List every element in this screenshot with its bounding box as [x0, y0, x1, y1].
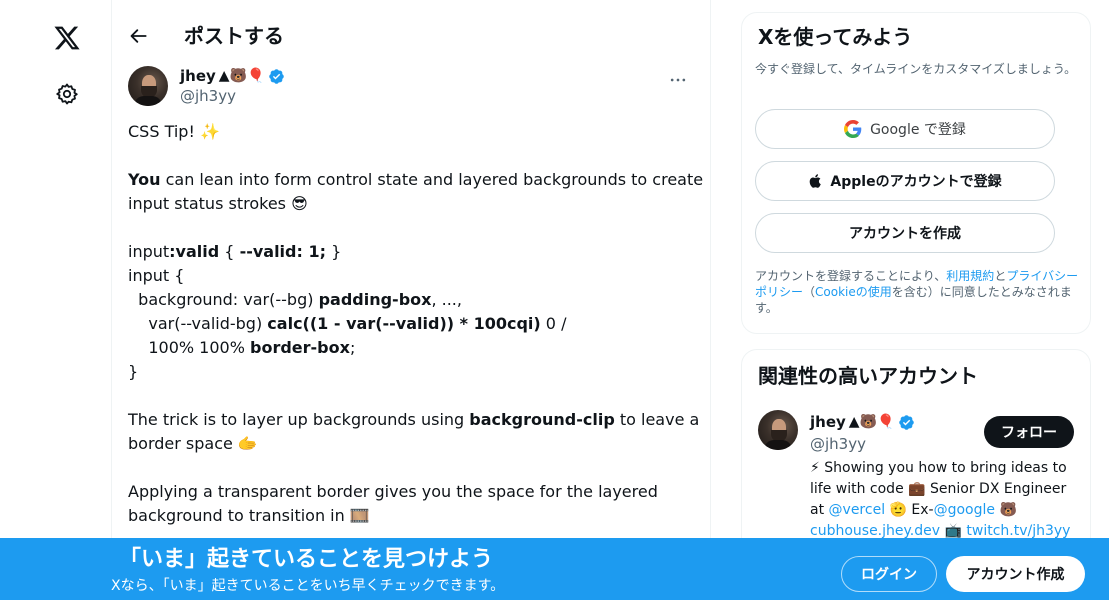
main-column: ポストする jhey ▲🐻🎈 @jh3yy CSS Tip! ✨ You can… [111, 0, 711, 600]
author-name[interactable]: jhey [180, 67, 216, 85]
create-account-button[interactable]: アカウントを作成 [755, 213, 1055, 253]
legal-prefix: アカウントを登録することにより、 [755, 269, 947, 283]
signup-banner: 「いま」起きていることを見つけよう Xなら、「いま」起きていることをいち早くチェ… [0, 538, 1109, 600]
author-handle[interactable]: @jh3yy [180, 86, 236, 106]
author-emoji: ▲🐻🎈 [218, 68, 265, 84]
google-icon [844, 120, 862, 138]
post-line: 100% 100% border-box; [128, 338, 356, 357]
login-button[interactable]: ログイン [841, 556, 937, 592]
bio-text: 📺 [940, 523, 967, 539]
create-account-label: アカウントを作成 [849, 226, 961, 242]
post-line: input:valid { --valid: 1; } [128, 242, 342, 261]
post-line: You can lean into form control state and… [128, 170, 704, 189]
cubhouse-link[interactable]: cubhouse.jhey.dev [810, 523, 940, 539]
banner-title: 「いま」起きていることを見つけよう [119, 547, 494, 572]
banner-subtitle: Xなら、「いま」起きていることをいち早くチェックできます。 [111, 578, 505, 594]
post-line: background: var(--bg) padding-box, ..., [128, 290, 462, 309]
related-handle[interactable]: @jh3yy [810, 434, 866, 454]
twitch-link[interactable]: twitch.tv/jh3yy [966, 523, 1070, 539]
verified-badge-icon [269, 68, 285, 84]
related-bio: ⚡ Showing you how to bring ideas to life… [810, 458, 1078, 542]
related-emoji: ▲🐻🎈 [848, 414, 895, 430]
related-name-row[interactable]: jhey ▲🐻🎈 [810, 412, 915, 432]
post-line: border space 🫱 [128, 434, 258, 453]
follow-button[interactable]: フォロー [984, 416, 1074, 448]
related-name[interactable]: jhey [810, 413, 846, 431]
post-line [128, 384, 696, 408]
post-line [128, 144, 696, 168]
legal-text: アカウントを登録することにより、利用規約とプライバシーポリシー（Cookieの使… [755, 268, 1085, 316]
apple-icon [810, 174, 822, 188]
post-line: background to transition in 🎞️ [128, 506, 370, 525]
cookie-link[interactable]: Cookieの使用 [815, 285, 892, 299]
post-line: input status strokes 😎 [128, 194, 308, 213]
post-line: Applying a transparent border gives you … [128, 482, 658, 501]
more-options-icon[interactable] [668, 70, 688, 90]
page-title: ポストする [184, 24, 284, 48]
terms-link[interactable]: 利用規約 [946, 269, 994, 283]
related-avatar[interactable] [758, 410, 798, 450]
legal-open: （ [803, 285, 816, 299]
vercel-link[interactable]: @vercel [829, 502, 886, 518]
post-line [128, 216, 696, 240]
related-title: 関連性の高いアカウント [758, 364, 978, 388]
post-line: The trick is to layer up backgrounds usi… [128, 410, 700, 429]
author-name-row[interactable]: jhey ▲🐻🎈 [180, 66, 285, 86]
verified-badge-icon [899, 414, 915, 430]
post-line: } [128, 362, 139, 381]
bio-text: 🐻 [995, 502, 1017, 518]
signup-button[interactable]: アカウント作成 [946, 556, 1085, 592]
google-signup-button[interactable]: Google で登録 [755, 109, 1055, 149]
post-line: CSS Tip! ✨ [128, 122, 220, 141]
gear-icon[interactable] [55, 82, 79, 106]
x-logo-icon[interactable] [53, 24, 81, 52]
bio-text: 🫡 Ex- [885, 502, 934, 518]
left-nav [0, 0, 112, 600]
avatar[interactable] [128, 66, 168, 106]
post-text: CSS Tip! ✨ You can lean into form contro… [128, 120, 704, 528]
back-arrow-icon[interactable] [129, 26, 149, 46]
legal-and: と [994, 269, 1007, 283]
post-line: var(--valid-bg) calc((1 - var(--valid)) … [128, 314, 567, 333]
post-line [128, 456, 696, 480]
signup-card: Xを使ってみよう 今すぐ登録して、タイムラインをカスタマイズしましょう。 Goo… [741, 12, 1091, 334]
apple-signup-label: Appleのアカウントで登録 [830, 174, 1002, 190]
google-signup-label: Google で登録 [870, 122, 966, 138]
google-link[interactable]: @google [934, 502, 995, 518]
signup-title: Xを使ってみよう [758, 25, 913, 49]
apple-signup-button[interactable]: Appleのアカウントで登録 [755, 161, 1055, 201]
signup-subtitle: 今すぐ登録して、タイムラインをカスタマイズしましょう。 [755, 62, 1077, 76]
page-header: ポストする [112, 0, 710, 72]
post-line: input { [128, 266, 185, 285]
